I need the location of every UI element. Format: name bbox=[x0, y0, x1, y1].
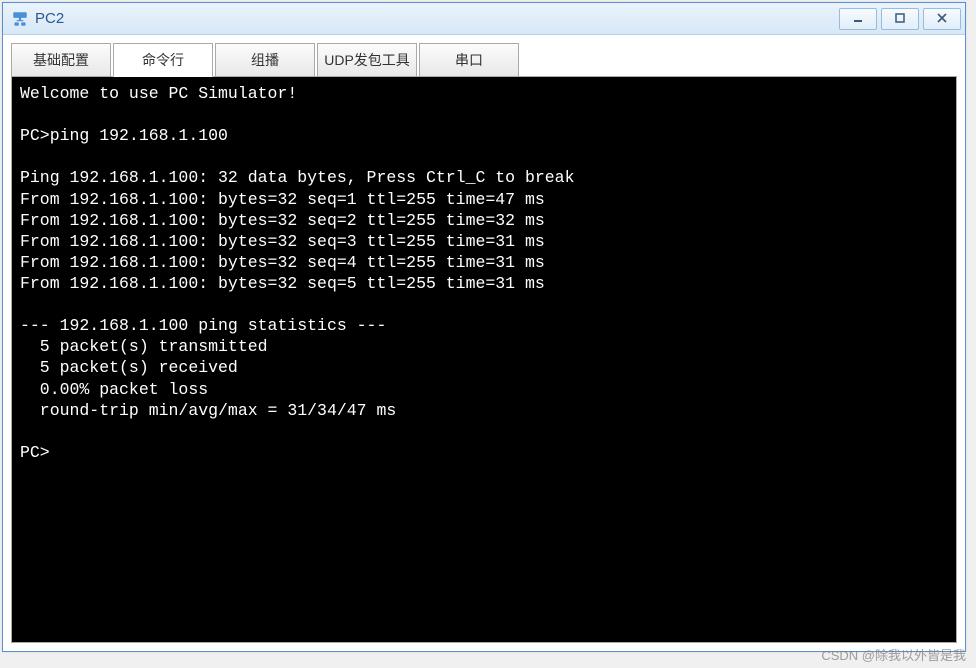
tab-bar: 基础配置 命令行 组播 UDP发包工具 串口 bbox=[11, 43, 957, 77]
tab-serial[interactable]: 串口 bbox=[419, 43, 519, 77]
terminal-output[interactable]: Welcome to use PC Simulator! PC>ping 192… bbox=[11, 76, 957, 643]
close-button[interactable] bbox=[923, 8, 961, 30]
maximize-button[interactable] bbox=[881, 8, 919, 30]
watermark: CSDN @除我以外皆是我 bbox=[821, 645, 966, 664]
tab-udp-tool[interactable]: UDP发包工具 bbox=[317, 43, 417, 77]
app-window: PC2 基础配置 命令行 bbox=[2, 2, 966, 652]
tab-label: 命令行 bbox=[142, 52, 184, 68]
window-title: PC2 bbox=[35, 10, 839, 27]
tab-label: 组播 bbox=[251, 52, 279, 68]
content-area: 基础配置 命令行 组播 UDP发包工具 串口 Welcome to use PC… bbox=[3, 35, 965, 651]
tab-label: UDP发包工具 bbox=[324, 52, 410, 68]
minimize-button[interactable] bbox=[839, 8, 877, 30]
tab-basic-config[interactable]: 基础配置 bbox=[11, 43, 111, 77]
tab-label: 基础配置 bbox=[33, 52, 89, 68]
maximize-icon bbox=[895, 11, 905, 26]
tab-command-line[interactable]: 命令行 bbox=[113, 43, 213, 77]
titlebar: PC2 bbox=[3, 3, 965, 35]
app-icon bbox=[11, 10, 29, 28]
minimize-icon bbox=[853, 11, 863, 26]
window-controls bbox=[839, 8, 961, 30]
close-icon bbox=[937, 11, 947, 26]
tab-multicast[interactable]: 组播 bbox=[215, 43, 315, 77]
tab-label: 串口 bbox=[455, 52, 483, 68]
